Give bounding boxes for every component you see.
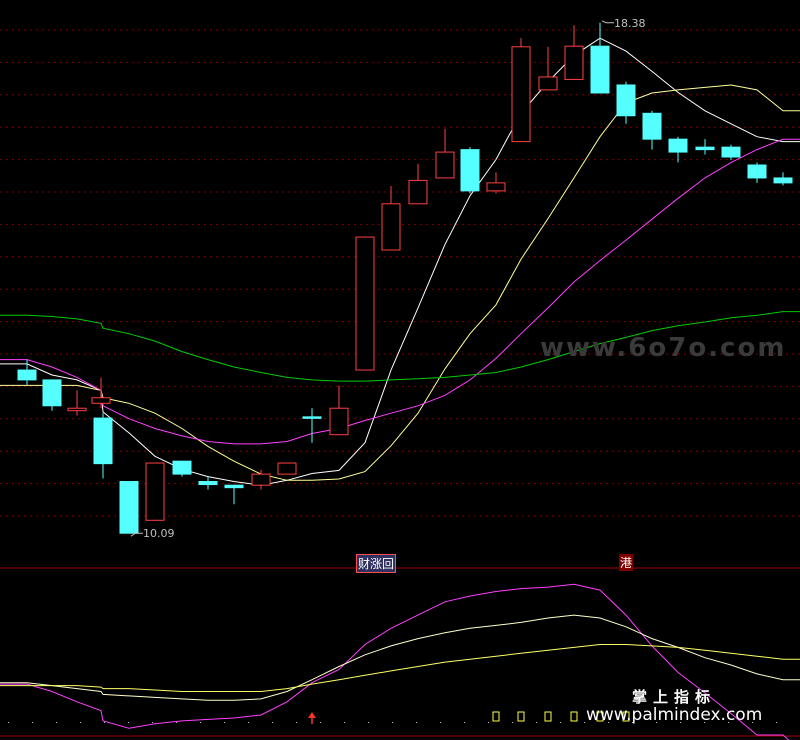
- annotation-tag-2: 港: [619, 554, 634, 571]
- candle-body-down: [302, 416, 322, 419]
- candle-body-up: [435, 151, 455, 179]
- candle-body-up: [564, 45, 584, 80]
- axis-tick: [344, 722, 345, 723]
- watermark-url-2: www.palmindex.com: [586, 705, 763, 725]
- grid-lines: [0, 29, 800, 737]
- axis-tick: [104, 722, 105, 723]
- axis-tick: [176, 722, 177, 723]
- candle-body-down: [42, 379, 62, 407]
- candle-body-up: [329, 407, 349, 436]
- axis-tick: [200, 722, 201, 723]
- candle-body-down: [17, 369, 37, 381]
- candle-body-up: [277, 462, 297, 475]
- candle-body-up: [511, 46, 531, 143]
- candle-body-down: [119, 481, 139, 534]
- axis-tick: [80, 722, 81, 723]
- axis-tick: [296, 722, 297, 723]
- candle-body-up: [486, 182, 506, 192]
- axis-tick: [320, 722, 321, 723]
- candle-body-down: [224, 484, 244, 489]
- signal-mark: [517, 711, 525, 722]
- axis-tick: [56, 722, 57, 723]
- axis-tick: [488, 722, 489, 723]
- moving-average-lines: [0, 37, 800, 486]
- ma-line-3: [0, 138, 800, 445]
- axis-tick: [152, 722, 153, 723]
- axis-tick: [224, 722, 225, 723]
- candle-body-down: [747, 164, 767, 179]
- axis-tick: [512, 722, 513, 723]
- signal-mark: [492, 711, 500, 722]
- candle-body-up: [538, 76, 558, 91]
- candle-body-down: [642, 112, 662, 140]
- axis-tick: [272, 722, 273, 723]
- price-label-text: 18.38: [614, 17, 646, 30]
- candle-body-down: [721, 146, 741, 158]
- candle-body-down: [460, 149, 480, 192]
- axis-tick: [128, 722, 129, 723]
- candle-body-down: [198, 481, 218, 486]
- axis-tick: [32, 722, 33, 723]
- candle-body-up: [91, 397, 111, 404]
- axis-tick: [776, 722, 777, 723]
- candle-body-down: [172, 460, 192, 475]
- watermark-caption: 掌上指标: [632, 688, 717, 706]
- candle-body-up: [408, 179, 428, 205]
- axis-tick: [536, 722, 537, 723]
- axis-tick: [392, 722, 393, 723]
- candle-body-down: [93, 417, 113, 465]
- candle-body-up: [145, 462, 165, 521]
- candle-body-up: [355, 236, 375, 371]
- candle-body-up: [251, 473, 271, 486]
- price-label-text: 10.09: [143, 527, 175, 540]
- watermark-url: www.6o7o.com: [540, 333, 787, 363]
- candle-body-up: [67, 407, 87, 412]
- candle-body-down: [590, 45, 610, 94]
- candle-body-down: [616, 84, 636, 117]
- indicator-line-3: [0, 644, 800, 692]
- price-label-leader: [601, 20, 614, 24]
- candle-body-down: [668, 138, 688, 153]
- signal-mark: [570, 711, 578, 722]
- candle-body-down: [773, 177, 793, 184]
- axis-tick: [248, 722, 249, 723]
- axis-tick: [560, 722, 561, 723]
- axis-tick: [464, 722, 465, 723]
- axis-tick: [440, 722, 441, 723]
- annotation-tag-1: 财涨回: [356, 554, 397, 573]
- axis-tick: [368, 722, 369, 723]
- buy-arrow-head: [308, 712, 316, 718]
- candles: [17, 22, 793, 534]
- price-labels: 18.38 10.09: [130, 17, 646, 540]
- candlestick-chart: 18.38 10.09: [0, 17, 800, 740]
- axis-tick: [416, 722, 417, 723]
- signal-mark: [544, 711, 552, 722]
- candle-body-up: [381, 203, 401, 251]
- axis-tick: [8, 722, 9, 723]
- axis-tick: [584, 722, 585, 723]
- ma-line-1: [0, 37, 800, 486]
- candle-body-down: [695, 146, 715, 151]
